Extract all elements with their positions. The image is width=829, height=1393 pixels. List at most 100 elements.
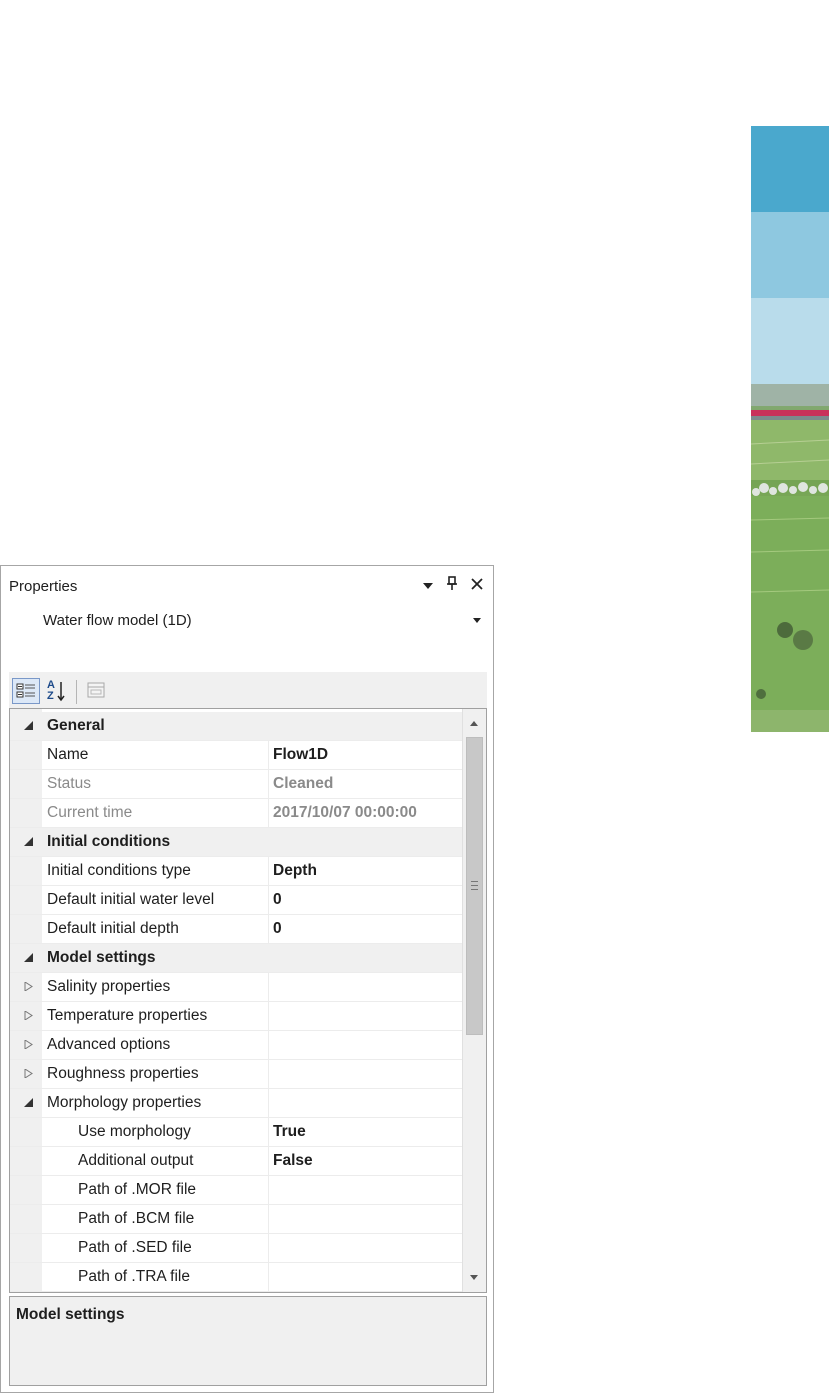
property-value[interactable]: True: [273, 1123, 306, 1141]
column-divider: [268, 1089, 269, 1117]
property-name: Path of .BCM file: [78, 1210, 195, 1227]
property-name: Morphology properties: [47, 1094, 202, 1111]
category-label: General: [47, 717, 105, 734]
property-row-tra-file-path[interactable]: Path of .TRA file: [10, 1263, 462, 1292]
properties-panel: Properties Water flow model (1D) A Z Gen…: [0, 565, 494, 1393]
property-row-roughness-properties[interactable]: Roughness properties: [10, 1060, 462, 1089]
property-name: Path of .TRA file: [78, 1268, 190, 1285]
expanded-icon[interactable]: [24, 953, 33, 962]
category-label: Model settings: [47, 949, 156, 966]
collapsed-icon[interactable]: [24, 982, 33, 991]
property-row-mor-file-path[interactable]: Path of .MOR file: [10, 1176, 462, 1205]
category-label: Initial conditions: [47, 833, 171, 850]
property-grid-toolbar: A Z: [9, 672, 487, 708]
column-divider: [268, 886, 269, 914]
column-divider: [268, 1031, 269, 1059]
property-name: Name: [47, 746, 89, 763]
property-row-sed-file-path[interactable]: Path of .SED file: [10, 1234, 462, 1263]
property-name: Advanced options: [47, 1036, 171, 1053]
property-row-salinity-properties[interactable]: Salinity properties: [10, 973, 462, 1002]
column-divider: [268, 1263, 269, 1291]
categorized-view-button[interactable]: [12, 678, 40, 704]
collapsed-icon[interactable]: [24, 1069, 33, 1078]
grip-icon: [471, 881, 478, 890]
property-row-use-morphology[interactable]: Use morphology True: [10, 1118, 462, 1147]
close-icon[interactable]: [471, 577, 483, 594]
property-row-temperature-properties[interactable]: Temperature properties: [10, 1002, 462, 1031]
property-row-current-time[interactable]: Current time 2017/10/07 00:00:00: [10, 799, 462, 828]
categorized-icon: [16, 683, 35, 698]
banner-band-light: [751, 298, 829, 384]
property-row-morphology-properties[interactable]: Morphology properties: [10, 1089, 462, 1118]
vertical-scrollbar[interactable]: [462, 709, 486, 1292]
property-name: Initial conditions type: [47, 862, 191, 879]
property-row-default-initial-water-level[interactable]: Default initial water level 0: [10, 886, 462, 915]
property-value[interactable]: Depth: [273, 862, 317, 880]
column-divider: [268, 1147, 269, 1175]
chevron-down-icon[interactable]: [473, 618, 481, 623]
window-menu-dropdown-icon[interactable]: [423, 577, 433, 594]
property-value: Cleaned: [273, 775, 334, 792]
property-value[interactable]: 0: [273, 891, 282, 909]
scroll-down-icon[interactable]: [470, 1275, 478, 1280]
property-name: Path of .MOR file: [78, 1181, 197, 1198]
collapsed-icon[interactable]: [24, 1011, 33, 1020]
property-name: Default initial depth: [47, 920, 179, 937]
pin-icon[interactable]: [447, 576, 457, 594]
property-name: Additional output: [78, 1152, 194, 1169]
banner-band-dark: [751, 126, 829, 212]
property-row-default-initial-depth[interactable]: Default initial depth 0: [10, 915, 462, 944]
alphabetical-sort-button[interactable]: A Z: [43, 678, 67, 704]
column-divider: [268, 973, 269, 1001]
property-rows: General Name Flow1D Status Cleaned Curre…: [10, 712, 462, 1292]
expanded-icon[interactable]: [24, 837, 33, 846]
column-divider: [268, 1205, 269, 1233]
property-name: Temperature properties: [47, 1007, 208, 1024]
expanded-icon[interactable]: [24, 1098, 33, 1107]
property-value: 2017/10/07 00:00:00: [273, 804, 417, 821]
property-name: Status: [47, 775, 91, 792]
category-model-settings[interactable]: Model settings: [10, 944, 462, 973]
toolbar-separator: [76, 680, 77, 704]
property-name: Use morphology: [78, 1123, 191, 1140]
category-general[interactable]: General: [10, 712, 462, 741]
property-row-bcm-file-path[interactable]: Path of .BCM file: [10, 1205, 462, 1234]
property-name: Current time: [47, 804, 133, 821]
banner-band-medium: [751, 212, 829, 298]
column-divider: [268, 741, 269, 769]
column-divider: [268, 857, 269, 885]
scrollbar-thumb[interactable]: [466, 737, 483, 1035]
property-row-name[interactable]: Name Flow1D: [10, 741, 462, 770]
property-grid: General Name Flow1D Status Cleaned Curre…: [9, 708, 487, 1293]
object-selector[interactable]: Water flow model (1D): [43, 612, 192, 629]
scroll-up-icon[interactable]: [470, 721, 478, 726]
category-initial-conditions[interactable]: Initial conditions: [10, 828, 462, 857]
property-name: Salinity properties: [47, 978, 171, 995]
landscape-illustration: [751, 384, 829, 732]
background-banner: [751, 126, 829, 732]
property-pages-button[interactable]: [84, 678, 108, 704]
description-title: Model settings: [16, 1306, 125, 1323]
column-divider: [268, 1234, 269, 1262]
expanded-icon[interactable]: [24, 721, 33, 730]
sort-arrow-icon: [57, 682, 65, 702]
property-value[interactable]: 0: [273, 920, 282, 938]
property-value[interactable]: Flow1D: [273, 746, 328, 764]
title-bar-buttons: [423, 576, 483, 594]
property-name: Roughness properties: [47, 1065, 199, 1082]
property-row-additional-output[interactable]: Additional output False: [10, 1147, 462, 1176]
column-divider: [268, 1118, 269, 1146]
column-divider: [268, 1060, 269, 1088]
column-divider: [268, 915, 269, 943]
property-row-status[interactable]: Status Cleaned: [10, 770, 462, 799]
property-row-initial-conditions-type[interactable]: Initial conditions type Depth: [10, 857, 462, 886]
property-value[interactable]: False: [273, 1152, 313, 1170]
panel-title: Properties: [9, 578, 78, 595]
column-divider: [268, 770, 269, 798]
property-row-advanced-options[interactable]: Advanced options: [10, 1031, 462, 1060]
sort-z-letter: Z: [47, 690, 54, 702]
property-name: Path of .SED file: [78, 1239, 192, 1256]
column-divider: [268, 1176, 269, 1204]
collapsed-icon[interactable]: [24, 1040, 33, 1049]
column-divider: [268, 799, 269, 827]
